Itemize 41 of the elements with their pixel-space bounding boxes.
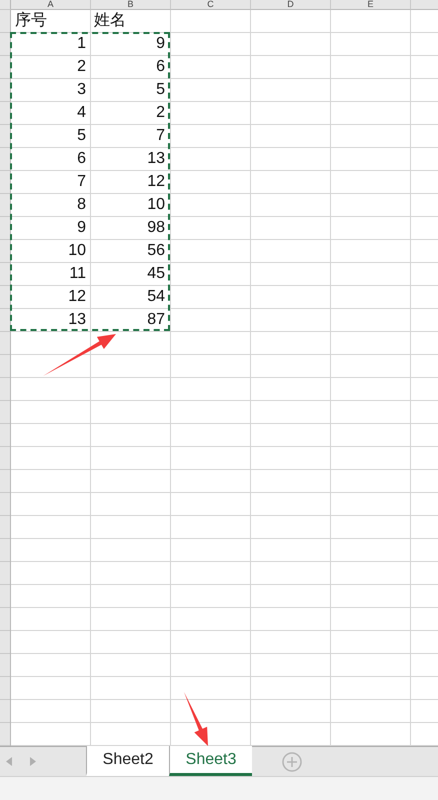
table-cell-text: 9 (155, 34, 166, 54)
table-cell-text: 56 (146, 241, 166, 261)
table-cell-text: 11 (68, 264, 87, 284)
table-cell-text: 1 (76, 34, 87, 54)
sheet-tab[interactable]: Sheet2 (86, 746, 169, 776)
table-cell-text: 7 (155, 126, 166, 146)
table-cell-text: 8 (76, 195, 87, 215)
table-cell-text: 2 (155, 103, 166, 123)
scroll-right-icon[interactable] (30, 757, 36, 766)
table-cell-text: 5 (76, 126, 87, 146)
arrow (184, 692, 208, 746)
table-cell-text: 6 (155, 57, 166, 77)
table-cell-text: 9 (76, 218, 87, 238)
column-header[interactable]: A (11, 0, 91, 10)
column-header[interactable]: E (331, 0, 411, 10)
table-cell-text: 54 (146, 287, 166, 307)
table-cell-text: 4 (76, 103, 87, 123)
table-cell-text: 5 (155, 80, 166, 100)
add-sheet-button[interactable] (282, 752, 302, 772)
table-cell-text: 姓名 (93, 11, 127, 31)
table-cell-text: 10 (146, 195, 166, 215)
table-cell-text: 序号 (14, 10, 48, 31)
table-cell-text: 45 (146, 264, 166, 284)
table-cell-text: 13 (146, 149, 166, 169)
column-header[interactable]: C (171, 0, 251, 10)
select-all-corner[interactable] (0, 0, 11, 10)
sheet-tab[interactable]: Sheet3 (169, 746, 252, 776)
table-cell-text: 12 (67, 287, 87, 307)
table-cell-text: 2 (76, 57, 87, 77)
scroll-left-icon[interactable] (6, 757, 12, 766)
table-cell-text: 7 (76, 172, 87, 192)
table-cell-text: 87 (146, 310, 166, 330)
table-cell-text: 98 (146, 218, 166, 238)
column-header[interactable]: D (251, 0, 331, 10)
column-header[interactable]: B (91, 0, 171, 10)
table-cell-text: 10 (67, 241, 87, 261)
table-cell-text: 3 (76, 80, 87, 100)
table-cell-text: 6 (76, 149, 87, 169)
plus-icon (282, 752, 302, 772)
table-cell-text: 13 (67, 310, 87, 330)
table-cell-text: 12 (146, 172, 166, 192)
